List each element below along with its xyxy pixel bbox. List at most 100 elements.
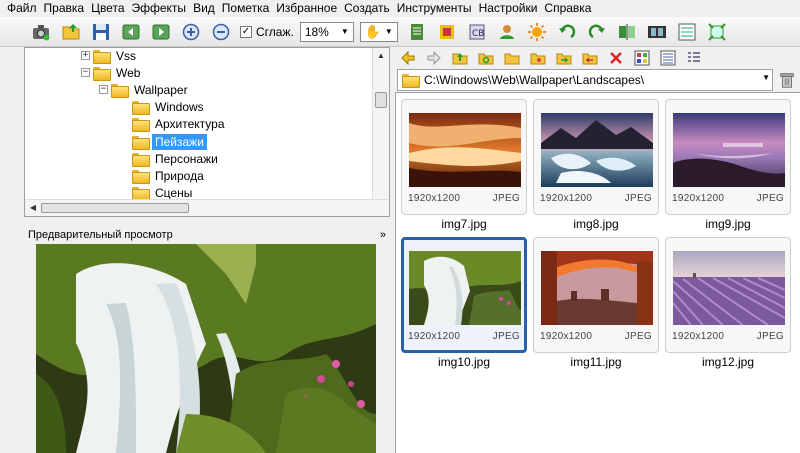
scroll-up-icon[interactable]: ▲	[375, 50, 387, 62]
thumbnail-image	[673, 251, 785, 325]
menu-help[interactable]: Справка	[541, 0, 595, 17]
folder-new-icon[interactable]	[503, 49, 521, 67]
forward-arrow-icon[interactable]	[425, 49, 443, 67]
thumbnail-img12[interactable]: 1920x1200 JPEG	[665, 237, 791, 353]
thumbnail-meta: 1920x1200 JPEG	[540, 193, 652, 204]
collapse-icon[interactable]: −	[99, 85, 108, 94]
back-arrow-icon[interactable]	[399, 49, 417, 67]
file-name[interactable]: img10.jpg	[401, 355, 527, 369]
collapse-icon[interactable]: −	[81, 68, 90, 77]
file-name[interactable]: img7.jpg	[401, 217, 527, 231]
menu-settings[interactable]: Настройки	[476, 0, 542, 17]
thumbnails-view-icon[interactable]	[633, 49, 651, 67]
thumbnail-img7[interactable]: 1920x1200 JPEG	[401, 99, 527, 215]
details-view-icon[interactable]	[659, 49, 677, 67]
scroll-left-icon[interactable]: ◀	[27, 202, 39, 214]
file-name[interactable]: img11.jpg	[533, 355, 659, 369]
folder-up-icon[interactable]	[451, 49, 469, 67]
menu-tools[interactable]: Инструменты	[394, 0, 476, 17]
thumbnail-meta: 1920x1200 JPEG	[408, 193, 520, 204]
fullscreen-icon[interactable]	[704, 19, 730, 45]
move-to-icon[interactable]	[581, 49, 599, 67]
list-view-icon[interactable]	[674, 19, 700, 45]
scroll-thumb[interactable]	[41, 203, 189, 213]
rotate-left-icon[interactable]	[554, 19, 580, 45]
menu-file[interactable]: Файл	[4, 0, 41, 17]
tool-icon-2[interactable]	[434, 19, 460, 45]
thumbnail-img10[interactable]: 1920x1200 JPEG	[401, 237, 527, 353]
folder-icon	[132, 135, 150, 150]
folder-tree: + Vss − Web − Wallpaper Windows Архитект…	[24, 47, 390, 217]
tree-item-architecture[interactable]: Архитектура	[132, 115, 228, 132]
flip-icon[interactable]	[614, 19, 640, 45]
scroll-thumb[interactable]	[375, 92, 387, 108]
thumbnail-img8[interactable]: 1920x1200 JPEG	[533, 99, 659, 215]
thumbnail-img9[interactable]: 1920x1200 JPEG	[665, 99, 791, 215]
delete-icon[interactable]	[607, 49, 625, 67]
menu-edit[interactable]: Правка	[41, 0, 89, 17]
zoom-out-icon[interactable]	[208, 19, 234, 45]
folder-icon	[132, 100, 150, 115]
thumbnail-image	[541, 113, 653, 187]
tree-horizontal-scrollbar[interactable]: ◀	[25, 199, 389, 216]
folder-icon	[132, 117, 150, 132]
folder-favorite-icon[interactable]	[529, 49, 547, 67]
thumbnail-image	[409, 113, 521, 187]
file-name[interactable]: img8.jpg	[533, 217, 659, 231]
folder-icon	[402, 74, 420, 88]
user-icon[interactable]	[494, 19, 520, 45]
zoom-select[interactable]: 18% ▼	[299, 21, 354, 42]
address-bar[interactable]: C:\Windows\Web\Wallpaper\Landscapes\ ▼	[397, 69, 773, 91]
rotate-right-icon[interactable]	[584, 19, 610, 45]
thumbnail-meta: 1920x1200 JPEG	[672, 193, 784, 204]
menu-view[interactable]: Вид	[190, 0, 219, 17]
folder-icon	[93, 49, 111, 64]
list-view-icon[interactable]	[685, 49, 703, 67]
copy-to-icon[interactable]	[555, 49, 573, 67]
save-icon[interactable]	[88, 19, 114, 45]
thumbnail-image	[541, 251, 653, 325]
sun-icon[interactable]	[524, 19, 550, 45]
file-name[interactable]: img12.jpg	[665, 355, 791, 369]
tool-icon-1[interactable]	[404, 19, 430, 45]
tree-item-nature[interactable]: Природа	[132, 167, 207, 184]
tree-item-web[interactable]: − Web	[81, 64, 143, 81]
thumbnail-grid: 1920x1200 JPEG img7.jpg 1920x1200 JPEG img…	[395, 92, 800, 453]
tree-item-wallpaper[interactable]: − Wallpaper	[99, 81, 191, 98]
chevron-down-icon[interactable]: ▼	[762, 73, 770, 82]
expand-icon[interactable]: +	[81, 51, 90, 60]
tree-item-windows[interactable]: Windows	[132, 98, 207, 115]
tree-item-characters[interactable]: Персонажи	[132, 150, 221, 167]
menu-effects[interactable]: Эффекты	[129, 0, 191, 17]
filmstrip-icon[interactable]	[644, 19, 670, 45]
menu-bar: Файл Правка Цвета Эффекты Вид Пометка Из…	[0, 0, 800, 17]
pan-tool-select[interactable]: ✋ ▼	[359, 21, 398, 42]
folder-refresh-icon[interactable]	[477, 49, 495, 67]
folder-icon	[132, 169, 150, 184]
tree-item-vss[interactable]: + Vss	[81, 48, 139, 64]
menu-create[interactable]: Создать	[341, 0, 394, 17]
next-image-icon[interactable]	[148, 19, 174, 45]
tree-vertical-scrollbar[interactable]: ▲	[372, 48, 389, 201]
smooth-checkbox[interactable]: ✓ Сглаж.	[240, 25, 294, 39]
tree-item-landscapes[interactable]: Пейзажи	[132, 133, 207, 150]
menu-colors[interactable]: Цвета	[88, 0, 128, 17]
trash-icon[interactable]	[777, 70, 797, 90]
folder-icon	[111, 83, 129, 98]
menu-favorites[interactable]: Избранное	[273, 0, 341, 17]
open-folder-icon[interactable]	[58, 19, 84, 45]
tool-icon-3[interactable]: CB	[464, 19, 490, 45]
preview-header: Предварительный просмотр »	[24, 226, 390, 243]
file-name[interactable]: img9.jpg	[665, 217, 791, 231]
folder-icon	[132, 186, 150, 201]
chevron-down-icon: ▼	[340, 27, 349, 36]
smooth-label: Сглаж.	[256, 24, 294, 39]
collapse-preview-icon[interactable]: »	[380, 229, 386, 241]
zoom-in-icon[interactable]	[178, 19, 204, 45]
prev-image-icon[interactable]	[118, 19, 144, 45]
chevron-down-icon: ▼	[384, 27, 393, 36]
camera-icon[interactable]	[28, 19, 54, 45]
menu-mark[interactable]: Пометка	[219, 0, 274, 17]
folder-icon	[132, 152, 150, 167]
thumbnail-img11[interactable]: 1920x1200 JPEG	[533, 237, 659, 353]
